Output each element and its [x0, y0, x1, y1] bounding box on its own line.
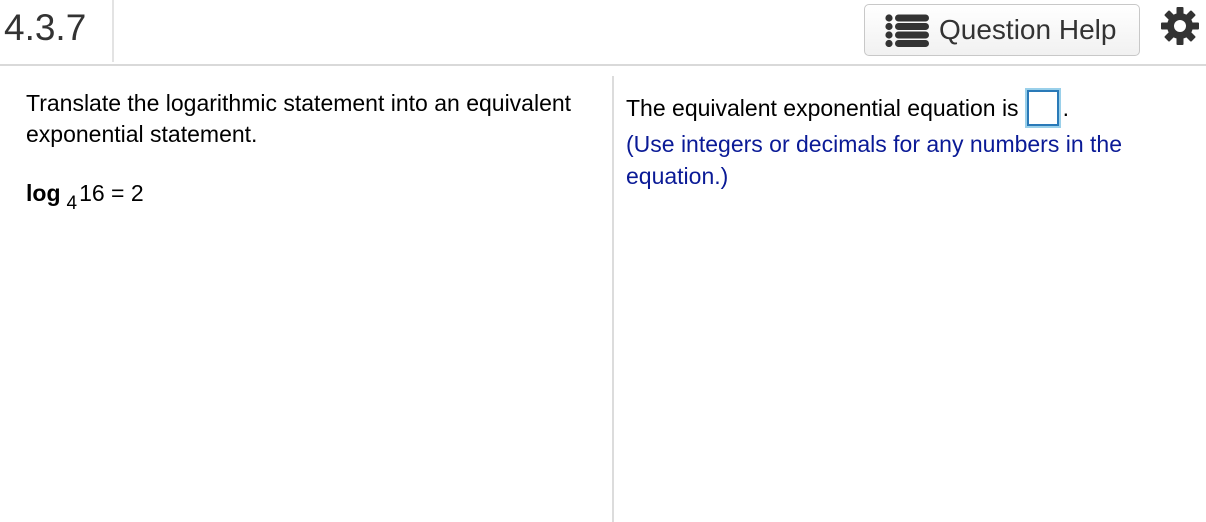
- question-panel: Translate the logarithmic statement into…: [26, 88, 586, 214]
- answer-panel: The equivalent exponential equation is .…: [626, 88, 1196, 192]
- answer-prompt-line: The equivalent exponential equation is .: [626, 88, 1196, 128]
- list-icon: [885, 14, 929, 47]
- log-rest: 16 = 2: [79, 180, 144, 206]
- answer-prompt: The equivalent exponential equation is: [626, 95, 1019, 121]
- log-word: log: [26, 180, 61, 206]
- answer-period: .: [1062, 95, 1069, 121]
- header-divider: [112, 0, 114, 62]
- question-help-button[interactable]: Question Help: [864, 4, 1140, 56]
- question-number: 4.3.7: [4, 7, 87, 48]
- gear-icon[interactable]: [1160, 6, 1200, 46]
- answer-input[interactable]: [1026, 90, 1059, 126]
- question-page: 4.3.7 Question Help Translate the logari…: [0, 0, 1206, 522]
- log-expression: log 416 = 2: [26, 180, 586, 214]
- question-instruction: Translate the logarithmic statement into…: [26, 90, 572, 147]
- log-base: 4: [66, 193, 78, 214]
- panel-divider: [612, 76, 614, 522]
- question-header: 4.3.7 Question Help: [0, 0, 1206, 66]
- answer-hint: (Use integers or decimals for any number…: [626, 131, 1122, 189]
- question-help-label: Question Help: [939, 14, 1117, 45]
